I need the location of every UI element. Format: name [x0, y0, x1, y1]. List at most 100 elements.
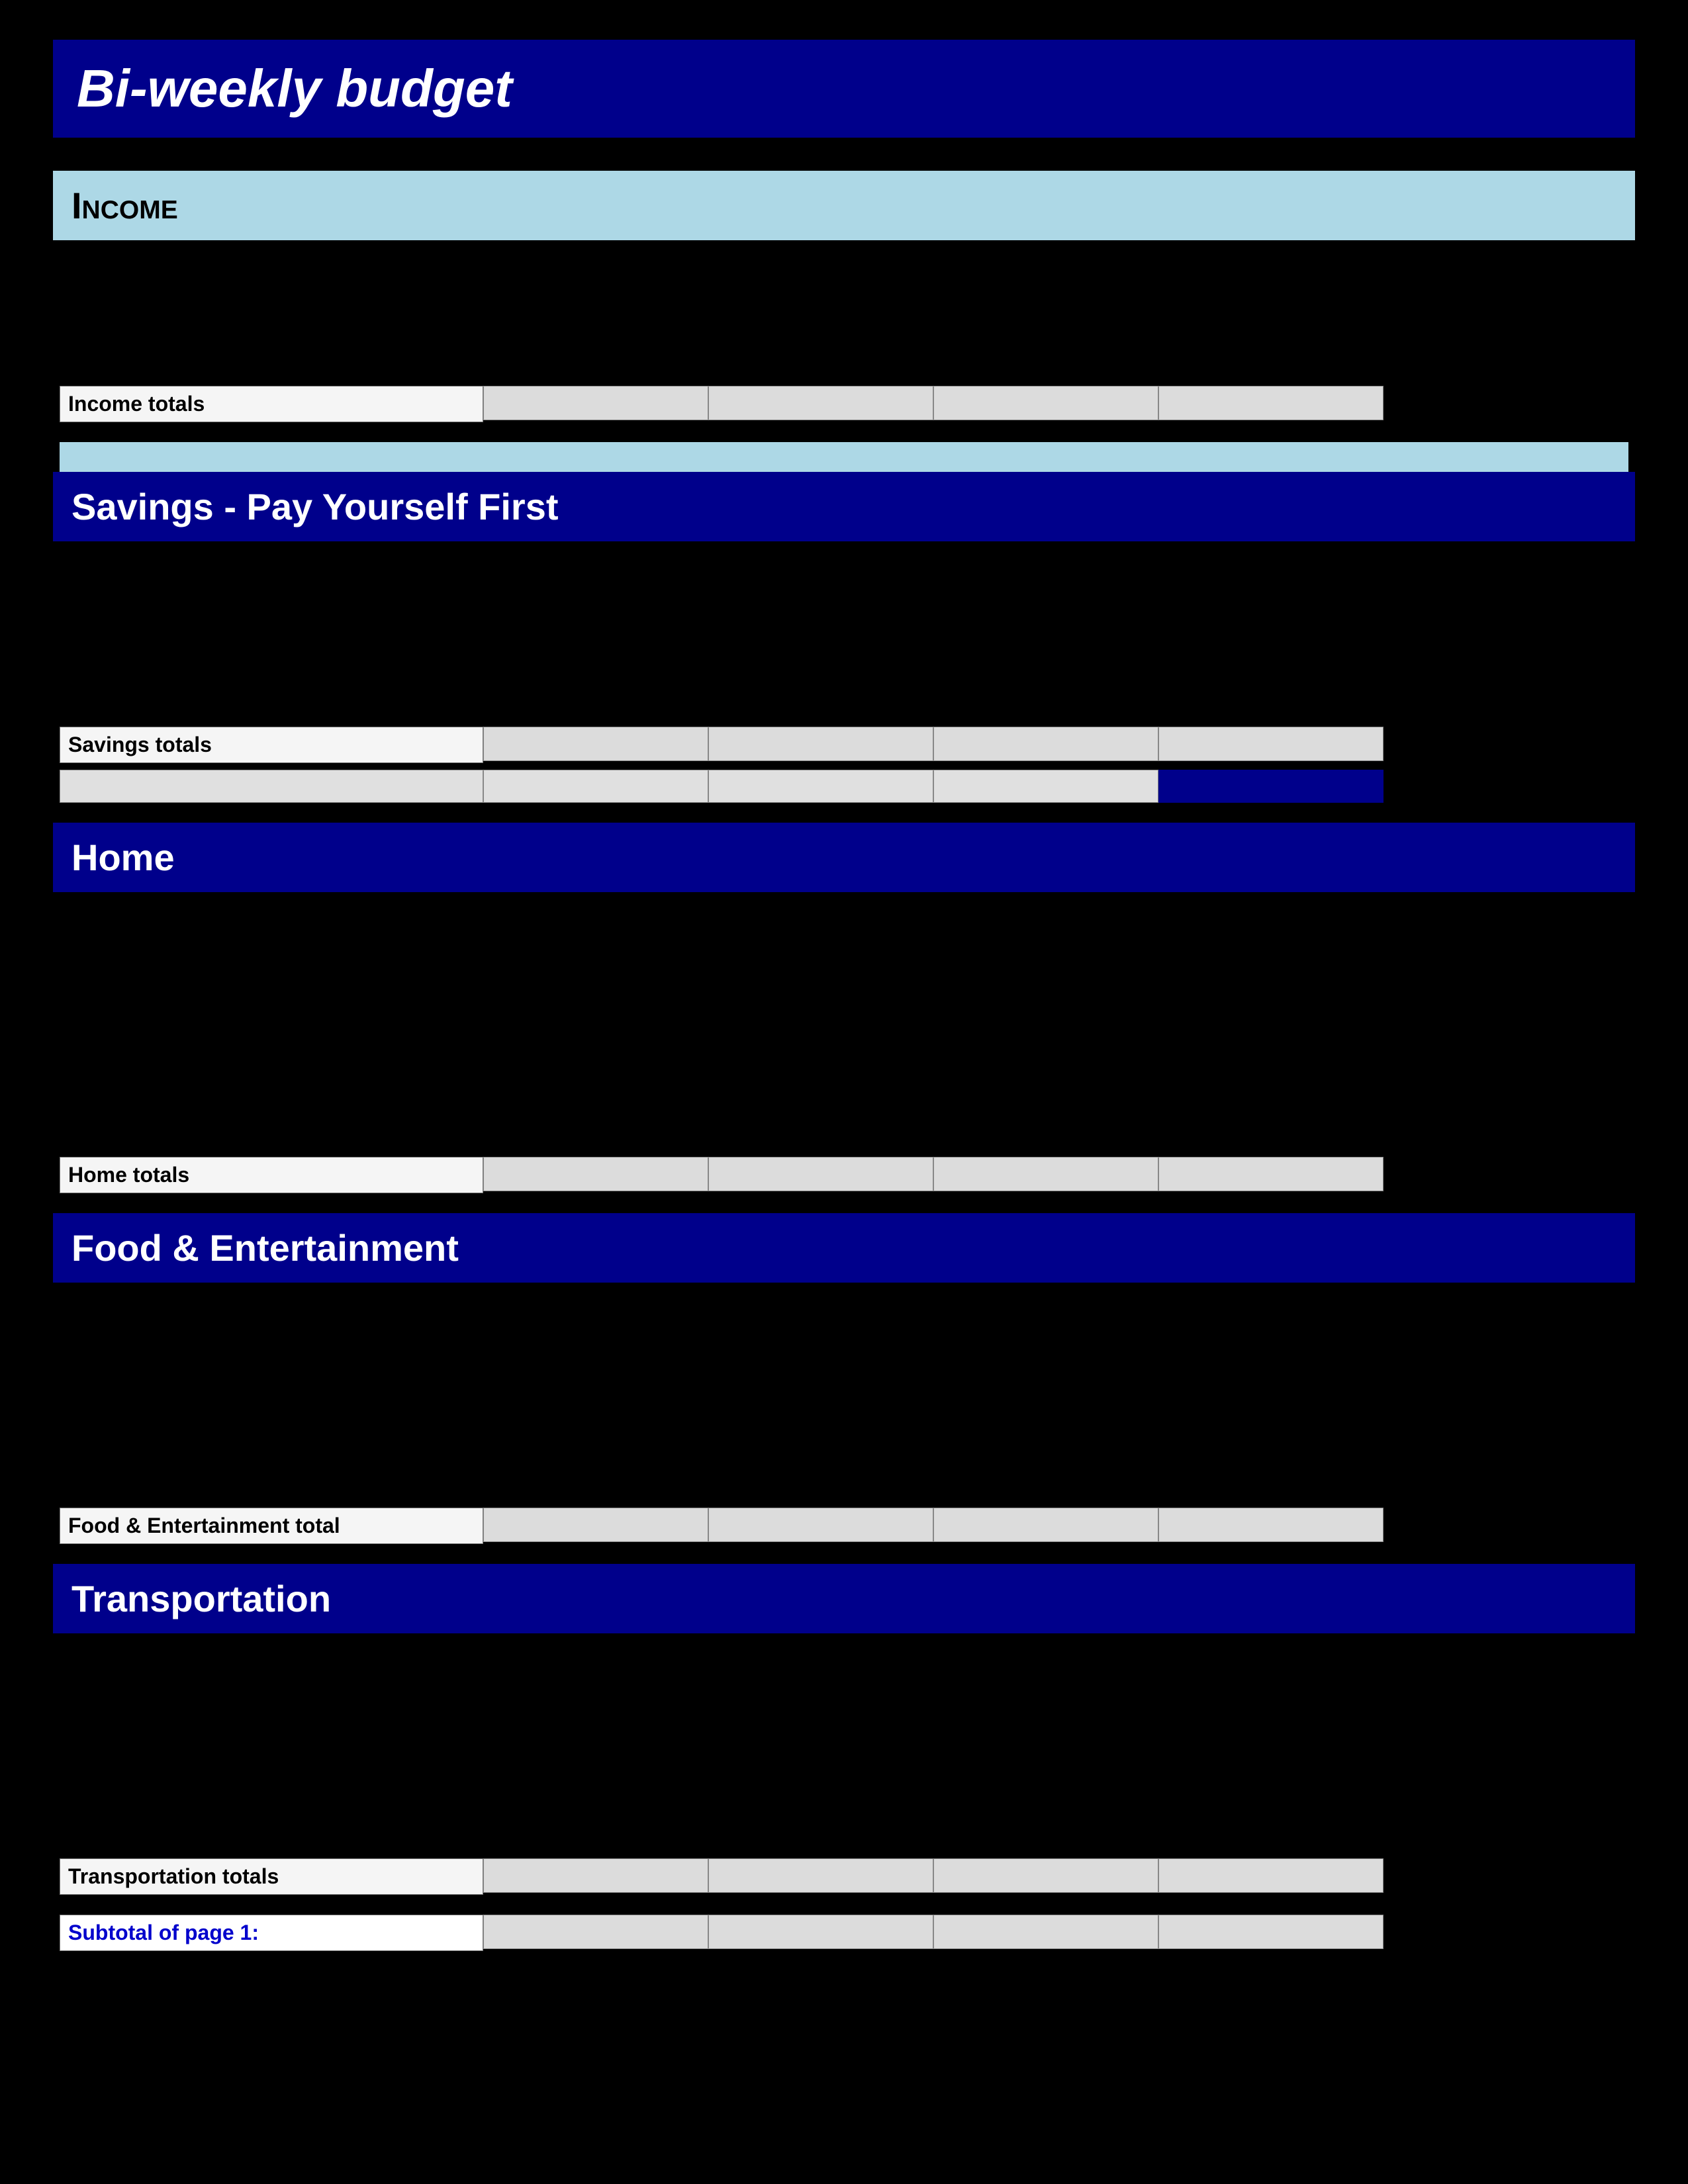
transportation-row-5-col2[interactable]	[483, 1802, 708, 1837]
food-row-4-col5[interactable]	[1158, 1412, 1383, 1446]
food-row-3-col5[interactable]	[1158, 1372, 1383, 1406]
income-row-3-col2[interactable]	[483, 330, 708, 364]
food-row-3-col2[interactable]	[483, 1372, 708, 1406]
food-row-5-col3[interactable]	[708, 1451, 933, 1486]
home-row-3-col5[interactable]	[1158, 981, 1383, 1016]
savings-row-1-col1[interactable]	[60, 551, 483, 586]
food-row-2-col4[interactable]	[933, 1332, 1158, 1367]
transportation-row-1-col3[interactable]	[708, 1643, 933, 1678]
transportation-totals-col2[interactable]	[483, 1858, 708, 1893]
transportation-row-5-col5[interactable]	[1158, 1802, 1383, 1837]
income-row-1-col4[interactable]	[933, 250, 1158, 285]
transportation-row-3-col1[interactable]	[60, 1723, 483, 1757]
savings-totals-col4[interactable]	[933, 727, 1158, 761]
home-totals-col5[interactable]	[1158, 1157, 1383, 1191]
home-row-6-col2[interactable]	[483, 1101, 708, 1135]
savings-row-4-col3[interactable]	[708, 670, 933, 705]
savings-row-2-col5[interactable]	[1158, 591, 1383, 625]
food-totals-col3[interactable]	[708, 1508, 933, 1542]
transportation-row-1-col4[interactable]	[933, 1643, 1158, 1678]
transportation-row-1-col1[interactable]	[60, 1643, 483, 1678]
home-row-2-col3[interactable]	[708, 942, 933, 976]
transportation-totals-col3[interactable]	[708, 1858, 933, 1893]
home-row-5-col3[interactable]	[708, 1061, 933, 1095]
home-row-3-col2[interactable]	[483, 981, 708, 1016]
food-row-4-col4[interactable]	[933, 1412, 1158, 1446]
savings-row-2-col1[interactable]	[60, 591, 483, 625]
food-row-2-col5[interactable]	[1158, 1332, 1383, 1367]
home-row-2-col5[interactable]	[1158, 942, 1383, 976]
food-row-4-col1[interactable]	[60, 1412, 483, 1446]
food-row-2-col2[interactable]	[483, 1332, 708, 1367]
transportation-row-5-col1[interactable]	[60, 1802, 483, 1837]
transportation-row-3-col3[interactable]	[708, 1723, 933, 1757]
transportation-row-2-col4[interactable]	[933, 1683, 1158, 1717]
income-totals-col3[interactable]	[708, 386, 933, 420]
savings-row-3-col1[interactable]	[60, 631, 483, 665]
subtotal-col3[interactable]	[708, 1915, 933, 1949]
savings-row-3-col3[interactable]	[708, 631, 933, 665]
food-row-2-col3[interactable]	[708, 1332, 933, 1367]
home-totals-col3[interactable]	[708, 1157, 933, 1191]
savings-row-2-col2[interactable]	[483, 591, 708, 625]
home-row-3-col4[interactable]	[933, 981, 1158, 1016]
transportation-row-1-col2[interactable]	[483, 1643, 708, 1678]
home-row-1-col3[interactable]	[708, 902, 933, 936]
transportation-row-3-col4[interactable]	[933, 1723, 1158, 1757]
transportation-row-3-col5[interactable]	[1158, 1723, 1383, 1757]
home-row-6-col1[interactable]	[60, 1101, 483, 1135]
home-row-4-col3[interactable]	[708, 1021, 933, 1056]
savings-row-1-col4[interactable]	[933, 551, 1158, 586]
food-row-1-col2[interactable]	[483, 1293, 708, 1327]
savings-row-4-col1[interactable]	[60, 670, 483, 705]
home-row-2-col1[interactable]	[60, 942, 483, 976]
home-row-5-col5[interactable]	[1158, 1061, 1383, 1095]
income-row-2-col4[interactable]	[933, 290, 1158, 324]
savings-row-4-col4[interactable]	[933, 670, 1158, 705]
income-row-2-col3[interactable]	[708, 290, 933, 324]
savings-totals-col2[interactable]	[483, 727, 708, 761]
income-row-3-col1[interactable]	[60, 330, 483, 364]
income-row-3-col4[interactable]	[933, 330, 1158, 364]
transportation-totals-col5[interactable]	[1158, 1858, 1383, 1893]
transportation-row-4-col2[interactable]	[483, 1762, 708, 1797]
savings-row-4-col2[interactable]	[483, 670, 708, 705]
food-totals-col2[interactable]	[483, 1508, 708, 1542]
food-row-4-col3[interactable]	[708, 1412, 933, 1446]
transportation-row-2-col1[interactable]	[60, 1683, 483, 1717]
income-row-2-col2[interactable]	[483, 290, 708, 324]
food-totals-col4[interactable]	[933, 1508, 1158, 1542]
food-row-5-col1[interactable]	[60, 1451, 483, 1486]
home-row-6-col4[interactable]	[933, 1101, 1158, 1135]
home-row-1-col5[interactable]	[1158, 902, 1383, 936]
savings-totals-col3[interactable]	[708, 727, 933, 761]
home-totals-col2[interactable]	[483, 1157, 708, 1191]
savings-row-3-col4[interactable]	[933, 631, 1158, 665]
transportation-row-3-col2[interactable]	[483, 1723, 708, 1757]
food-row-3-col3[interactable]	[708, 1372, 933, 1406]
food-row-5-col5[interactable]	[1158, 1451, 1383, 1486]
transportation-row-5-col4[interactable]	[933, 1802, 1158, 1837]
income-row-2-col1[interactable]	[60, 290, 483, 324]
savings-row-1-col3[interactable]	[708, 551, 933, 586]
food-row-3-col1[interactable]	[60, 1372, 483, 1406]
food-totals-col5[interactable]	[1158, 1508, 1383, 1542]
savings-row-3-col5[interactable]	[1158, 631, 1383, 665]
home-row-4-col1[interactable]	[60, 1021, 483, 1056]
home-row-6-col3[interactable]	[708, 1101, 933, 1135]
food-row-5-col4[interactable]	[933, 1451, 1158, 1486]
income-totals-col4[interactable]	[933, 386, 1158, 420]
home-row-3-col1[interactable]	[60, 981, 483, 1016]
transportation-row-5-col3[interactable]	[708, 1802, 933, 1837]
savings-row-2-col4[interactable]	[933, 591, 1158, 625]
home-row-5-col1[interactable]	[60, 1061, 483, 1095]
home-row-2-col4[interactable]	[933, 942, 1158, 976]
income-totals-col2[interactable]	[483, 386, 708, 420]
transportation-totals-col4[interactable]	[933, 1858, 1158, 1893]
home-row-4-col2[interactable]	[483, 1021, 708, 1056]
transportation-row-4-col5[interactable]	[1158, 1762, 1383, 1797]
food-row-5-col2[interactable]	[483, 1451, 708, 1486]
savings-totals-col5[interactable]	[1158, 727, 1383, 761]
food-row-1-col3[interactable]	[708, 1293, 933, 1327]
income-row-1-col1[interactable]	[60, 250, 483, 285]
